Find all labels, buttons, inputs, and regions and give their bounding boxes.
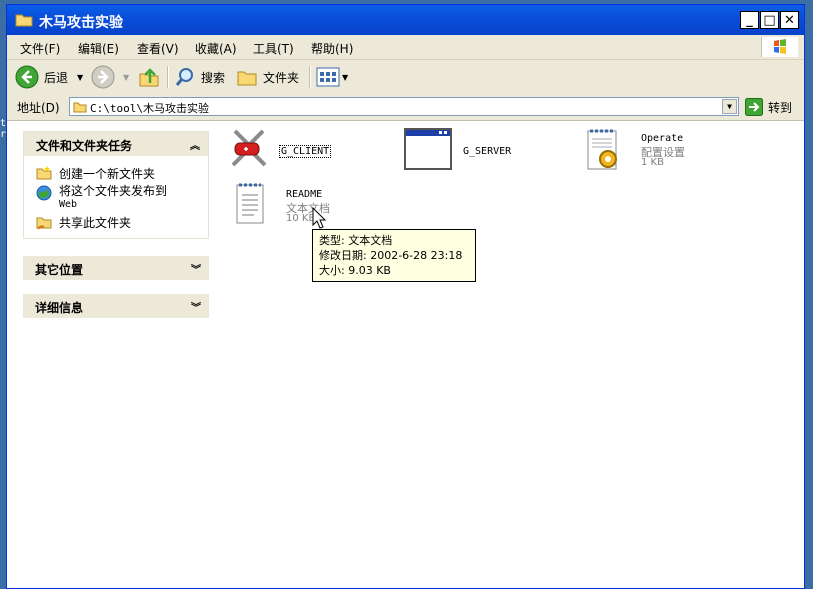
back-dropdown-icon[interactable]: ▼ <box>77 73 83 82</box>
views-button[interactable]: ▼ <box>316 65 348 89</box>
menu-file[interactable]: 文件(F) <box>20 40 60 57</box>
menu-view[interactable]: 查看(V) <box>137 40 179 57</box>
task-new-folder-label: 创建一个新文件夹 <box>59 167 156 181</box>
close-button[interactable]: ✕ <box>780 11 799 29</box>
folders-button[interactable]: 文件夹 <box>236 65 299 89</box>
task-share-folder-label: 共享此文件夹 <box>59 216 132 230</box>
menu-edit[interactable]: 编辑(E) <box>78 40 119 57</box>
window-app-icon <box>404 128 452 170</box>
file-size: 1 KB <box>641 157 664 168</box>
file-name: G_SERVER <box>463 146 512 157</box>
up-folder-button[interactable] <box>137 65 161 89</box>
menu-help[interactable]: 帮助(H) <box>311 40 353 57</box>
maximize-button[interactable]: □ <box>760 11 779 29</box>
new-folder-icon <box>36 166 52 180</box>
title-bar[interactable]: 木马攻击实验 _ □ ✕ <box>7 5 804 35</box>
config-settings-icon <box>587 129 617 170</box>
go-label: 转到 <box>768 100 793 115</box>
file-name: Operate <box>641 133 684 144</box>
share-folder-icon <box>36 217 52 230</box>
tasks-panel-title: 文件和文件夹任务 <box>36 139 133 153</box>
tooltip-size: 大小: 9.03 KB <box>319 264 391 277</box>
file-item-g-client[interactable]: G_CLIENT <box>229 127 349 173</box>
forward-dropdown-icon[interactable]: ▼ <box>123 73 129 82</box>
go-arrow-icon <box>745 98 763 116</box>
forward-button[interactable]: ▼ <box>91 65 129 89</box>
details-header[interactable]: 详细信息 ︾ <box>23 294 209 318</box>
file-info-tooltip: 类型: 文本文档 修改日期: 2002-6-28 23:18 大小: 9.03 … <box>312 229 476 282</box>
explorer-window: 木马攻击实验 _ □ ✕ 文件(F) 编辑(E) 查看(V) 收藏(A) 工具(… <box>6 4 805 589</box>
collapse-chevron-icon[interactable]: ︽ <box>190 137 200 152</box>
windows-flag-icon <box>774 39 786 54</box>
menu-favorites[interactable]: 收藏(A) <box>195 40 237 57</box>
web-publish-icon <box>36 185 52 201</box>
back-arrow-icon <box>15 65 39 89</box>
up-folder-icon <box>139 68 159 87</box>
views-dropdown-icon[interactable]: ▼ <box>342 73 348 82</box>
text-document-icon <box>236 183 264 224</box>
file-item-g-server[interactable]: G_SERVER <box>403 127 523 173</box>
other-places-title: 其它位置 <box>35 263 84 277</box>
toolbar: 后退 ▼ ▼ 搜索 文件夹 ▼ <box>7 60 804 95</box>
address-label: 地址(D) <box>17 101 60 115</box>
knife-tool-icon <box>231 129 267 167</box>
toolbar-separator <box>309 66 311 88</box>
address-bar: 地址(D) C:\tool\木马攻击实验 ▼ 转到 <box>7 94 804 121</box>
menu-tools[interactable]: 工具(T) <box>253 40 294 57</box>
expand-chevron-icon[interactable]: ︾ <box>191 261 201 276</box>
file-folder-tasks-panel: 文件和文件夹任务 ︽ 创建一个新文件夹 将这个文件夹发布到 Web 共享此文件夹 <box>23 131 209 239</box>
mouse-cursor-icon <box>312 207 326 229</box>
forward-arrow-icon <box>91 65 115 89</box>
folder-icon <box>73 102 87 113</box>
task-publish-web[interactable]: 将这个文件夹发布到 Web <box>36 185 167 211</box>
tasks-panel-header[interactable]: 文件和文件夹任务 ︽ <box>24 132 208 156</box>
expand-chevron-icon[interactable]: ︾ <box>191 299 201 314</box>
address-input[interactable]: C:\tool\木马攻击实验 ▼ <box>69 97 739 116</box>
window-title: 木马攻击实验 <box>39 15 123 31</box>
search-button[interactable]: 搜索 <box>174 65 225 89</box>
task-pane: 文件和文件夹任务 ︽ 创建一个新文件夹 将这个文件夹发布到 Web 共享此文件夹… <box>7 121 220 588</box>
toolbar-separator <box>167 66 169 88</box>
task-share-folder[interactable]: 共享此文件夹 <box>36 214 131 231</box>
details-panel[interactable]: 详细信息 ︾ <box>23 294 209 318</box>
menu-bar: 文件(F) 编辑(E) 查看(V) 收藏(A) 工具(T) 帮助(H) <box>7 35 804 60</box>
go-button[interactable]: 转到 <box>745 98 792 116</box>
tooltip-type: 类型: 文本文档 <box>319 234 393 247</box>
folders-icon <box>237 71 257 86</box>
other-places-panel[interactable]: 其它位置 ︾ <box>23 256 209 280</box>
address-dropdown-icon[interactable]: ▼ <box>722 99 737 114</box>
file-item-operate[interactable]: Operate 配置设置 1 KB <box>584 127 714 175</box>
back-button[interactable]: 后退 ▼ <box>15 65 83 89</box>
file-item-readme[interactable]: README 文本文档 10 KB <box>233 181 343 229</box>
address-path: C:\tool\木马攻击实验 <box>90 102 209 115</box>
search-label: 搜索 <box>201 70 226 85</box>
task-publish-web-label: 将这个文件夹发布到 <box>59 184 168 198</box>
tooltip-modified: 修改日期: 2002-6-28 23:18 <box>319 249 463 262</box>
file-name: README <box>286 189 323 200</box>
folder-icon <box>15 14 33 27</box>
back-label: 后退 <box>44 70 69 85</box>
file-name: G_CLIENT <box>279 145 332 158</box>
minimize-button[interactable]: _ <box>740 11 759 29</box>
search-icon <box>175 68 193 86</box>
views-icon <box>316 67 340 87</box>
details-title: 详细信息 <box>35 301 84 315</box>
other-places-header[interactable]: 其它位置 ︾ <box>23 256 209 280</box>
windows-logo <box>761 37 798 57</box>
folders-label: 文件夹 <box>263 70 300 85</box>
task-publish-web-label-2: Web <box>59 199 78 210</box>
file-size: 10 KB <box>286 213 316 224</box>
task-new-folder[interactable]: 创建一个新文件夹 <box>36 165 155 182</box>
